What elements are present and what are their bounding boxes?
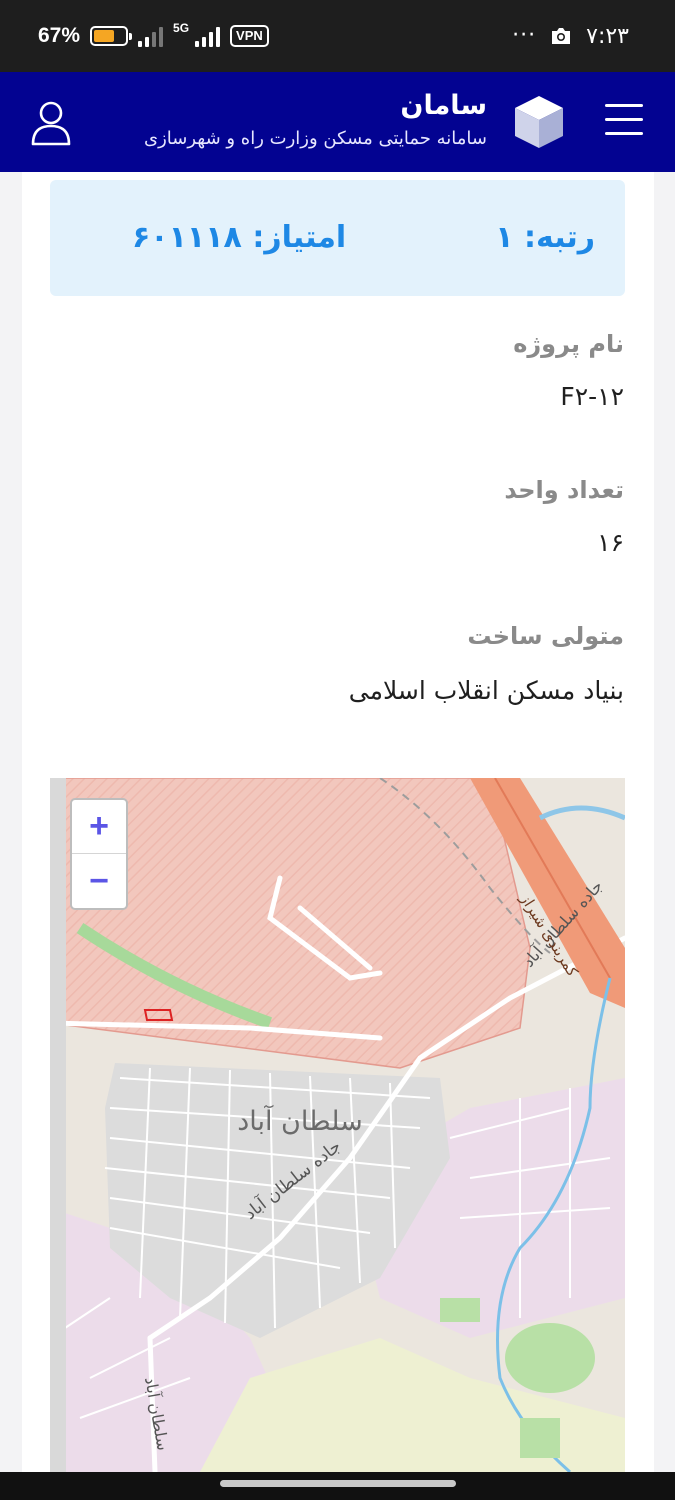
builder-value: بنیاد مسکن انقلاب اسلامی [348,676,624,705]
camera-icon [552,28,571,44]
signal-icon [138,25,164,47]
park-2 [505,1323,595,1393]
status-bar: 67% 5G VPN ··· ۷:۲۳ [0,0,675,72]
builder-label: متولی ساخت [467,622,624,650]
clock: ۷:۲۳ [586,23,629,49]
unit-count-label: تعداد واحد [504,476,624,504]
cube-logo-icon [515,96,563,148]
map-view[interactable]: سلطان آباد جاده سلطان آباد جاده سلطان آب… [50,778,625,1472]
map-canvas[interactable]: سلطان آباد جاده سلطان آباد جاده سلطان آب… [50,778,625,1472]
app-subtitle: سامانه حمایتی مسکن وزارت راه و شهرسازی [144,128,487,149]
app-title: سامان [400,90,487,121]
battery-icon [90,26,133,46]
battery-fill [94,30,115,42]
unit-count-value: ۱۶ [597,528,624,557]
gesture-handle[interactable] [220,1480,456,1487]
zoom-control: + − [70,798,128,910]
map-label-city: سلطان آباد [237,1105,363,1137]
more-icon: ··· [512,23,537,48]
status-right: ··· ۷:۲۳ [512,22,629,50]
vpn-icon: VPN [230,25,269,47]
map-left-edge [50,778,66,1472]
score-box: رتبه: ۱ امتیاز: ۶۰۱۱۱۸ [50,180,625,296]
status-left: 67% 5G VPN [38,21,269,50]
page-content: رتبه: ۱ امتیاز: ۶۰۱۱۱۸ نام پروژه F۲-۱۲ ت… [0,172,675,1472]
app-bar: سامان سامانه حمایتی مسکن وزارت راه و شهر… [0,72,675,172]
park-1 [440,1298,480,1322]
score-text: امتیاز: ۶۰۱۱۱۸ [132,220,347,255]
signal-icon-2 [195,25,221,47]
menu-icon[interactable] [605,104,643,136]
battery-percent: 67% [38,24,81,47]
network-type: 5G [173,21,190,35]
rank-text: رتبه: ۱ [495,220,595,255]
zoom-out-button[interactable]: − [72,854,126,908]
park-3 [520,1418,560,1458]
user-icon[interactable] [30,100,72,146]
project-card: رتبه: ۱ امتیاز: ۶۰۱۱۱۸ نام پروژه F۲-۱۲ ت… [22,172,654,1472]
project-name-value: F۲-۱۲ [560,382,624,411]
project-name-label: نام پروژه [513,330,624,358]
navigation-bar [0,1472,675,1500]
zoom-in-button[interactable]: + [72,800,126,854]
